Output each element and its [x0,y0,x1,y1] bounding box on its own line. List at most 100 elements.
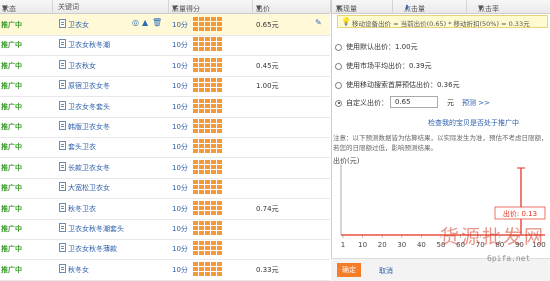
table-row[interactable]: 推广中 卫衣女秋冬潮 10分 [0,34,330,57]
quality-bars [193,180,223,195]
document-icon [59,59,66,69]
status-label: 推广中 [1,225,22,233]
quality-score[interactable]: 10分 [172,81,188,91]
table-row[interactable]: 推广中 原宿卫衣女冬 10分 1.00元 [0,75,330,98]
radio-default-bid[interactable] [335,43,342,51]
document-icon [59,80,66,90]
table-row[interactable]: 推广中 卫衣女秋冬薄款 10分 [0,238,330,261]
status-label: 推广中 [1,163,22,172]
quality-score[interactable]: 10分 [172,183,188,193]
keyword-link[interactable]: 卫衣女秋冬潮套头 [68,224,124,234]
target-icon[interactable]: ◎ [132,19,140,27]
keyword-link[interactable]: 秋冬卫衣 [68,204,96,214]
quality-bars [193,119,223,133]
bid-bubble-label: 出价: 0.13 [503,209,537,218]
keyword-link[interactable]: 秋冬女 [68,265,89,275]
radio-mobile-firstscreen[interactable] [335,81,342,89]
keyword-table: 状态 ▼ 关键词 质量得分 ▼ 出价 ▼ 推广中 卫衣女 ◎ ▲ 🗑 ✎ 10分 0.65元推… [0,0,331,281]
table-header: 状态 ▼ 关键词 质量得分 ▼ 出价 ▼ [0,0,331,14]
custom-bid-input[interactable]: 0.65 [390,96,438,108]
keyword-link[interactable]: 长款卫衣女冬 [68,163,110,173]
bid-price: 0.74元 [256,204,279,213]
quality-score[interactable]: 10分 [172,204,188,214]
quality-bars [193,221,223,235]
x-tick-label: 30 [397,241,406,249]
document-icon [59,243,66,253]
table-row[interactable]: 推广中 大宽松卫衣女 10分 [0,177,330,200]
x-tick-label: 10 [358,241,367,249]
option-default-bid[interactable]: 使用默认出价：1.00元 [331,42,418,54]
document-icon [59,161,66,171]
x-tick-label: 20 [378,241,387,249]
status-label: 推广中 [1,102,22,111]
unit-label: 元 [447,99,454,107]
predict-link[interactable]: 预测 >> [462,98,490,108]
cancel-link[interactable]: 取消 [379,266,393,276]
table-row[interactable]: 推广中 长款卫衣女冬 10分 [0,157,330,179]
table-row[interactable]: 推广中 卫衣女 ◎ ▲ 🗑 ✎ 10分 0.65元 [0,14,330,36]
radio-market-avg-bid[interactable] [335,62,342,70]
document-icon [59,19,66,28]
quality-score[interactable]: 10分 [172,142,188,152]
keyword-link[interactable]: 卫衣女冬套头 [68,102,110,112]
table-row[interactable]: 推广中 套头卫衣 10分 [0,136,330,159]
status-label: 推广中 [1,245,22,254]
watermark-url: 6pifa.net [487,254,531,263]
confirm-button[interactable]: 确定 [337,263,361,277]
keyword-link[interactable]: 套头卫衣 [68,142,96,152]
quality-score[interactable]: 10分 [172,244,188,254]
table-row[interactable]: 推广中 卫衣秋女 10分 0.45元 [0,55,330,77]
document-icon [59,100,66,110]
status-label: 推广中 [1,204,22,213]
quality-bars [193,37,223,52]
table-row[interactable]: 推广中 卫衣女冬套头 10分 [0,96,330,118]
bid-price: 1.00元 [256,82,279,91]
keyword-link[interactable]: 韩版卫衣女冬 [68,122,110,132]
quality-score[interactable]: 10分 [172,102,188,112]
x-tick-label: 40 [417,241,426,249]
quality-score[interactable]: 10分 [172,20,188,30]
quality-score[interactable]: 10分 [172,61,188,71]
check-promotion-link[interactable]: 检查我的宝贝是否处于推广中 [428,118,519,128]
quality-score[interactable]: 10分 [172,122,188,132]
keyword-link[interactable]: 卫衣女秋冬潮 [68,40,110,50]
option-custom-bid[interactable]: 自定义出价： [331,98,388,110]
keyword-link[interactable]: 卫衣秋女 [68,61,96,71]
radio-custom-bid[interactable] [335,99,342,107]
edit-icon[interactable]: ✎ [315,18,322,27]
status-label: 推广中 [1,265,22,274]
quality-score[interactable]: 10分 [172,163,188,173]
keyword-link[interactable]: 原宿卫衣女冬 [68,81,110,91]
status-label: 推广中 [1,82,22,91]
quality-bars [193,98,223,113]
trash-icon[interactable]: 🗑 [152,19,162,27]
header-keyword: 关键词 [58,3,79,11]
document-icon [59,141,66,151]
keyword-link[interactable]: 大宽松卫衣女 [68,183,110,193]
document-icon [59,202,66,212]
option-market-avg-bid[interactable]: 使用市场平均出价：0.39元 [331,61,432,73]
quality-score[interactable]: 10分 [172,40,188,50]
x-tick-label: 1 [341,241,345,249]
status-label: 推广中 [1,184,22,193]
mobile-bid-tip: 💡 移动设备出价 = 当前出价(0.65) * 移动折扣(50%) = 0.33… [337,15,548,28]
quality-score[interactable]: 10分 [172,224,188,234]
quality-bars [193,261,223,276]
row-tools: ◎ ▲ 🗑 [132,19,162,27]
chart-icon[interactable]: ▲ [142,19,150,27]
quality-score[interactable]: 10分 [172,265,188,275]
table-row[interactable]: 推广中 秋冬卫衣 10分 0.74元 [0,198,330,220]
bid-price: 0.65元 [256,21,279,29]
option-mobile-firstscreen-bid[interactable]: 使用移动搜索首屏预估出价：0.36元 [331,80,460,92]
document-icon [59,39,66,49]
status-label: 推广中 [1,123,22,131]
quality-bars [193,200,223,215]
table-row[interactable]: 推广中 韩版卫衣女冬 10分 [0,116,330,138]
document-icon [59,121,66,130]
watermark: 货源批发网 [440,226,546,248]
keyword-link[interactable]: 卫衣女 [68,20,89,30]
table-row[interactable]: 推广中 卫衣女秋冬潮套头 10分 [0,218,330,240]
table-row[interactable]: 推广中 秋冬女 10分 0.33元 [0,259,330,281]
keyword-link[interactable]: 卫衣女秋冬薄款 [68,244,117,254]
status-label: 推广中 [1,61,22,70]
